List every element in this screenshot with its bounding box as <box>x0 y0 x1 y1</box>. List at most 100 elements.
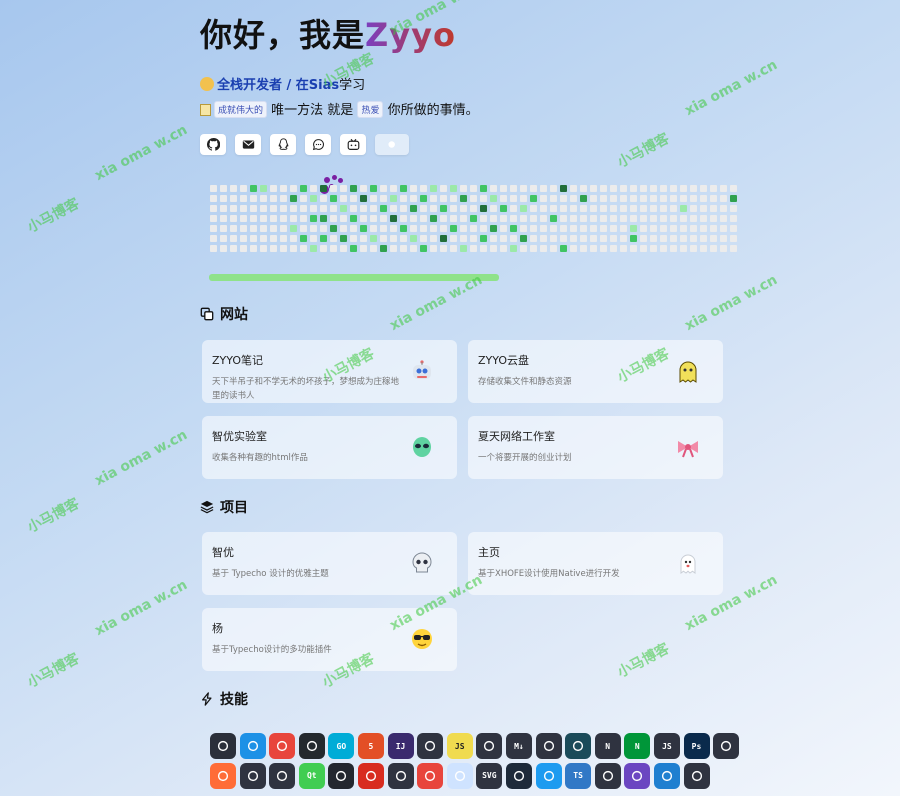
contribution-cell <box>500 205 507 212</box>
project_cards-card[interactable]: 智优 基于 Typecho 设计的优雅主题 <box>202 532 457 595</box>
contribution-cell <box>460 245 467 252</box>
skill-label: N <box>634 741 640 751</box>
contribution-cell <box>630 235 637 242</box>
project_cards-card[interactable]: 主页 基于XHOFE设计使用Native进行开发 <box>468 532 723 595</box>
contribution-cell <box>260 205 267 212</box>
contribution-cell <box>680 245 687 252</box>
contribution-cell <box>700 245 707 252</box>
contribution-cell <box>400 245 407 252</box>
contribution-cell <box>670 235 677 242</box>
contribution-cell <box>720 215 727 222</box>
contribution-cell <box>570 235 577 242</box>
contribution-cell <box>710 245 717 252</box>
contribution-cell <box>220 215 227 222</box>
contribution-cell <box>530 245 537 252</box>
contribution-cell <box>710 225 717 232</box>
contribution-cell <box>570 205 577 212</box>
contribution-cell <box>470 235 477 242</box>
contribution-cell <box>590 245 597 252</box>
contribution-cell <box>430 245 437 252</box>
contribution-cell <box>690 245 697 252</box>
contribution-cell <box>290 245 297 252</box>
chat-link[interactable] <box>305 134 331 155</box>
contribution-cell <box>520 195 527 202</box>
bilibili-link[interactable] <box>340 134 366 155</box>
js-icon: JS <box>446 733 473 759</box>
contribution-cell <box>470 205 477 212</box>
site_cards-card[interactable]: 夏天网络工作室 一个将要开展的创业计划 <box>468 416 723 479</box>
contribution-cell <box>600 185 607 192</box>
qq-link[interactable] <box>270 134 296 155</box>
contribution-cell <box>340 235 347 242</box>
skill-label: 5 <box>368 741 374 751</box>
contribution-cell <box>230 225 237 232</box>
mysql-icon <box>535 733 562 759</box>
python-icon <box>239 762 266 789</box>
contribution-cell <box>230 245 237 252</box>
contribution-cell <box>290 225 297 232</box>
watermark: 小马博客 <box>614 130 672 172</box>
vscode-icon <box>653 762 680 789</box>
contribution-cell <box>440 235 447 242</box>
contribution-cell <box>340 225 347 232</box>
contribution-cell <box>550 205 557 212</box>
contribution-cell <box>520 235 527 242</box>
theme-toggle[interactable] <box>375 134 409 155</box>
contribution-cell <box>440 195 447 202</box>
contribution-cell <box>510 195 517 202</box>
contribution-cell <box>210 235 217 242</box>
contribution-cell <box>510 215 517 222</box>
mail-link[interactable] <box>235 134 261 155</box>
github-icon <box>298 733 325 759</box>
contribution-cell <box>450 245 457 252</box>
contribution-cell <box>230 215 237 222</box>
contribution-cell <box>650 205 657 212</box>
contribution-cell <box>210 205 217 212</box>
contribution-cell <box>580 225 587 232</box>
contribution-cell <box>450 195 457 202</box>
motto-tag-1: 成就伟大的 <box>214 101 268 118</box>
role-line: 全栈开发者 / 在Sias学习 <box>200 74 365 93</box>
contribution-cell <box>480 235 487 242</box>
project_cards-card[interactable]: 杨基于Typecho设计的多功能插件 <box>202 608 457 671</box>
site_cards-card[interactable]: 智优实验室 收集各种有趣的html作品 <box>202 416 457 479</box>
site_cards-card[interactable]: ZYYO笔记 天下半吊子和不学无术的坏孩子，梦想成为庄稼地里的读书人 <box>202 340 457 403</box>
contribution-cell <box>430 215 437 222</box>
nginx-icon: N <box>624 733 651 759</box>
contribution-cell <box>460 235 467 242</box>
contribution-cell <box>670 245 677 252</box>
dots-icon <box>387 762 414 789</box>
contribution-cell <box>570 195 577 202</box>
contribution-cell <box>300 225 307 232</box>
contribution-cell <box>360 185 367 192</box>
site_cards-card[interactable]: ZYYO云盘 存储收集文件和静态资源 <box>468 340 723 403</box>
contribution-cell <box>390 185 397 192</box>
contribution-cell <box>410 185 417 192</box>
card-desc: 基于XHOFE设计使用Native进行开发 <box>478 569 620 579</box>
contribution-cell <box>710 185 717 192</box>
contribution-cell <box>570 215 577 222</box>
contribution-cell <box>250 195 257 202</box>
contribution-cell <box>580 205 587 212</box>
contribution-cell <box>290 195 297 202</box>
contribution-cell <box>530 205 537 212</box>
contribution-cell <box>620 205 627 212</box>
contribution-cell <box>210 215 217 222</box>
github-link[interactable] <box>200 134 226 155</box>
section-projects: 项目 <box>200 497 248 517</box>
contribution-cell <box>520 245 527 252</box>
section-projects-title: 项目 <box>220 500 248 516</box>
contribution-cell <box>700 225 707 232</box>
contribution-cell <box>490 245 497 252</box>
contribution-cell <box>260 225 267 232</box>
contribution-cell <box>380 235 387 242</box>
contribution-cell <box>400 195 407 202</box>
contribution-cell <box>300 195 307 202</box>
contribution-cell <box>500 195 507 202</box>
contribution-cell <box>270 195 277 202</box>
contribution-cell <box>350 245 357 252</box>
contribution-cell <box>550 245 557 252</box>
contribution-cell <box>560 185 567 192</box>
contribution-cell <box>460 195 467 202</box>
card-desc: 收集各种有趣的html作品 <box>212 453 308 463</box>
